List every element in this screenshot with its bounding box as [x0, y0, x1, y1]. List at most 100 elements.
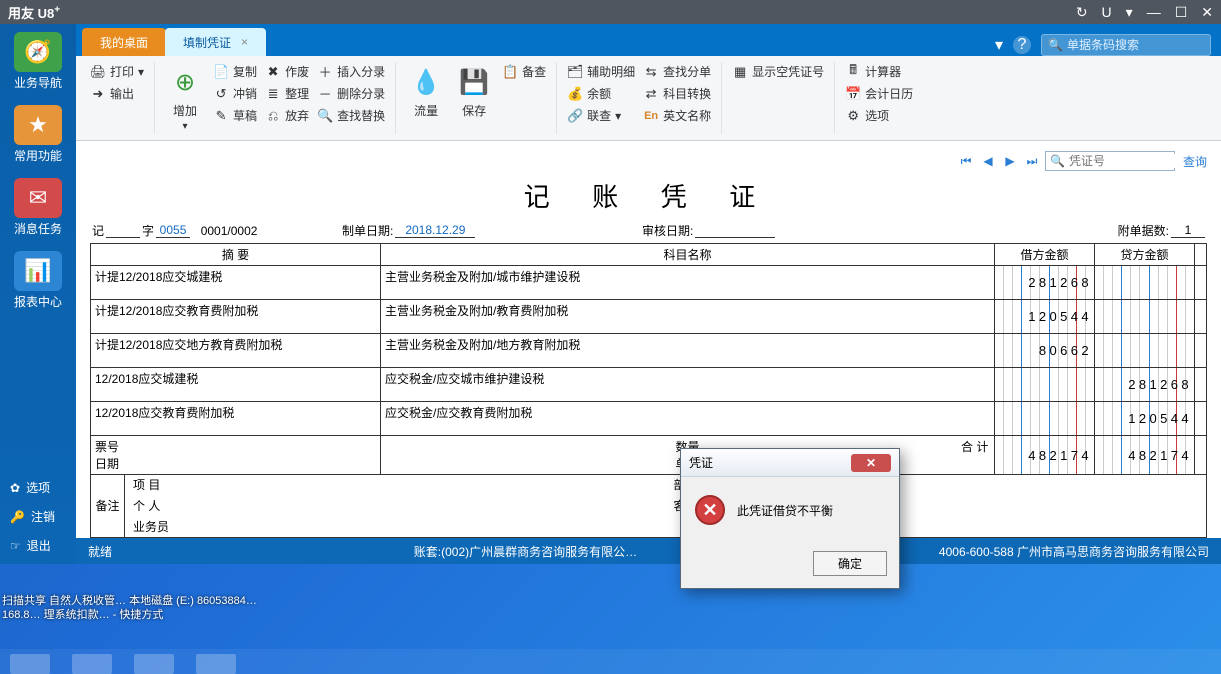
insert-icon: ＋ [317, 64, 333, 80]
aux-icon: 🗂 [567, 64, 583, 80]
table-row[interactable]: 12/2018应交教育费附加税 应交税金/应交教育费附加税 120544 [91, 402, 1207, 436]
flow-button[interactable]: 💧流量 [402, 62, 450, 121]
attach-count[interactable]: 1 [1171, 223, 1205, 238]
biz-nav-label: 业务导航 [14, 74, 62, 91]
status-ready: 就绪 [88, 543, 112, 560]
save-icon: 💾 [456, 64, 492, 100]
copy-icon: 📄 [213, 64, 229, 80]
add-button[interactable]: ⊕增加▾ [161, 62, 209, 134]
fav-icon[interactable]: ★ [14, 105, 62, 145]
abandon-button[interactable]: ⎌放弃 [261, 106, 313, 125]
u-icon[interactable]: U [1102, 4, 1112, 21]
nav-logout[interactable]: 🔑注销 [0, 502, 76, 531]
task-icon[interactable] [72, 654, 112, 674]
voucher-no[interactable]: 0055 [156, 223, 190, 238]
table-row[interactable]: 计提12/2018应交地方教育费附加税 主营业务税金及附加/地方教育附加税 80… [91, 334, 1207, 368]
cell-account: 应交税金/应交教育费附加税 [381, 402, 995, 436]
last-icon[interactable]: ⏭ [1023, 152, 1041, 170]
insert-line-button[interactable]: ＋插入分录 [313, 62, 389, 81]
linkchk-button[interactable]: 🔗联查 ▾ [563, 106, 639, 125]
table-row[interactable]: 计提12/2018应交教育费附加税 主营业务税金及附加/教育费附加税 12054… [91, 300, 1207, 334]
barcode-search[interactable]: 🔍 [1041, 34, 1211, 56]
void-button[interactable]: ✖作废 [261, 62, 313, 81]
search-icon: 🔍 [1050, 154, 1065, 168]
report-icon[interactable]: 📊 [14, 251, 62, 291]
task-icon[interactable] [196, 654, 236, 674]
nav-options[interactable]: ✿选项 [0, 473, 76, 502]
tab-voucher[interactable]: 填制凭证× [165, 28, 266, 56]
calc-button[interactable]: 🖩计算器 [841, 62, 917, 81]
close-icon[interactable]: × [241, 35, 248, 49]
next-icon[interactable]: ▶ [1001, 152, 1019, 170]
make-date[interactable]: 2018.12.29 [395, 223, 475, 238]
minimize-icon[interactable]: — [1147, 4, 1161, 21]
draft-icon: ✎ [213, 108, 229, 124]
taskbar[interactable] [0, 649, 1221, 674]
audit-icon: 📋 [502, 64, 518, 80]
cell-summary: 12/2018应交教育费附加税 [91, 402, 381, 436]
desktop-shortcuts: 扫描共享 自然人税收管… 本地磁盘 (E:) 86053884… 168.8… … [2, 594, 257, 622]
biz-nav-icon[interactable]: 🧭 [14, 32, 62, 72]
task-icon[interactable] [134, 654, 174, 674]
save-button[interactable]: 💾保存 [450, 62, 498, 121]
voucher-area: ⏮ ◀ ▶ ⏭ 🔍 查询 记 账 凭 证 记 字 0055 0001/0002 … [76, 141, 1221, 538]
print-button[interactable]: 🖨打印 ▾ [86, 62, 148, 81]
maximize-icon[interactable]: ☐ [1175, 4, 1188, 21]
copy-button[interactable]: 📄复制 [209, 62, 261, 81]
voucher-search[interactable]: 🔍 [1045, 151, 1175, 171]
calendar-button[interactable]: 📅会计日历 [841, 84, 917, 103]
output-button[interactable]: ➜输出 [86, 84, 148, 103]
audit-button[interactable]: 📋备查 [498, 62, 550, 81]
dialog-title: 凭证 [689, 454, 713, 471]
close-icon[interactable]: ✕ [851, 454, 891, 472]
remark-block: 备注 项 目部 门 个 人客 户 业务员 [90, 474, 1207, 538]
cell-account: 主营业务税金及附加/地方教育附加税 [381, 334, 995, 368]
balance-button[interactable]: 💰余额 [563, 84, 639, 103]
query-link[interactable]: 查询 [1183, 153, 1207, 170]
tab-desktop[interactable]: 我的桌面 [82, 28, 166, 56]
offset-button[interactable]: ↺冲销 [209, 84, 261, 103]
nav-exit[interactable]: ☞退出 [0, 531, 76, 560]
findsplit-button[interactable]: ⇆查找分单 [639, 62, 715, 81]
offset-icon: ↺ [213, 86, 229, 102]
draft-button[interactable]: ✎草稿 [209, 106, 261, 125]
delete-line-button[interactable]: －删除分录 [313, 84, 389, 103]
voucher-title: 记 账 凭 证 [90, 177, 1207, 214]
extra-row: 票号日期 数量单价 合 计482174482174 [91, 436, 1207, 475]
col-credit: 贷方金额 [1095, 244, 1195, 266]
col-summary: 摘 要 [91, 244, 381, 266]
voucher-table: 摘 要 科目名称 借方金额 贷方金额 计提12/2018应交城建税 主营业务税金… [90, 243, 1207, 475]
report-label: 报表中心 [14, 293, 62, 310]
error-icon: ✕ [695, 495, 725, 525]
left-nav: 🧭 业务导航 ★ 常用功能 ✉ 消息任务 📊 报表中心 ✿选项 🔑注销 ☞退出 [0, 24, 76, 564]
statusbar: 就绪 账套:(002)广州晨群商务咨询服务有限公… 4006-600-588 广… [76, 538, 1221, 564]
calc-icon: 🖩 [845, 64, 861, 80]
chevron-down-icon[interactable]: ▾ [995, 35, 1003, 55]
ribbon: 🖨打印 ▾ ➜输出 ⊕增加▾ 📄复制 ↺冲销 ✎草稿 ✖作废 ≣整理 ⎌放弃 ＋… [76, 56, 1221, 141]
tidy-button[interactable]: ≣整理 [261, 84, 313, 103]
option-button[interactable]: ⚙选项 [841, 106, 917, 125]
acct-xfer-button[interactable]: ⇄科目转换 [639, 84, 715, 103]
cell-account: 应交税金/应交城市维护建设税 [381, 368, 995, 402]
col-debit: 借方金额 [995, 244, 1095, 266]
first-icon[interactable]: ⏮ [957, 152, 975, 170]
chevron-down-icon[interactable]: ▾ [1126, 4, 1133, 21]
msg-icon[interactable]: ✉ [14, 178, 62, 218]
table-row[interactable]: 12/2018应交城建税 应交税金/应交城市维护建设税 281268 [91, 368, 1207, 402]
void-icon: ✖ [265, 64, 281, 80]
table-row[interactable]: 计提12/2018应交城建税 主营业务税金及附加/城市维护建设税 281268 [91, 266, 1207, 300]
en-name-button[interactable]: En英文名称 [639, 106, 715, 125]
barcode-input[interactable] [1067, 38, 1221, 52]
refresh-icon[interactable]: ↻ [1076, 4, 1088, 21]
prev-icon[interactable]: ◀ [979, 152, 997, 170]
aux-detail-button[interactable]: 🗂辅助明细 [563, 62, 639, 81]
delete-icon: － [317, 86, 333, 102]
output-icon: ➜ [90, 86, 106, 102]
empty-icon: ▦ [732, 64, 748, 80]
find-replace-button[interactable]: 🔍查找替换 [313, 106, 389, 125]
ok-button[interactable]: 确定 [813, 551, 887, 576]
show-empty-button[interactable]: ▦显示空凭证号 [728, 62, 828, 81]
close-icon[interactable]: ✕ [1201, 4, 1213, 21]
help-icon[interactable]: ? [1013, 36, 1031, 54]
task-icon[interactable] [10, 654, 50, 674]
